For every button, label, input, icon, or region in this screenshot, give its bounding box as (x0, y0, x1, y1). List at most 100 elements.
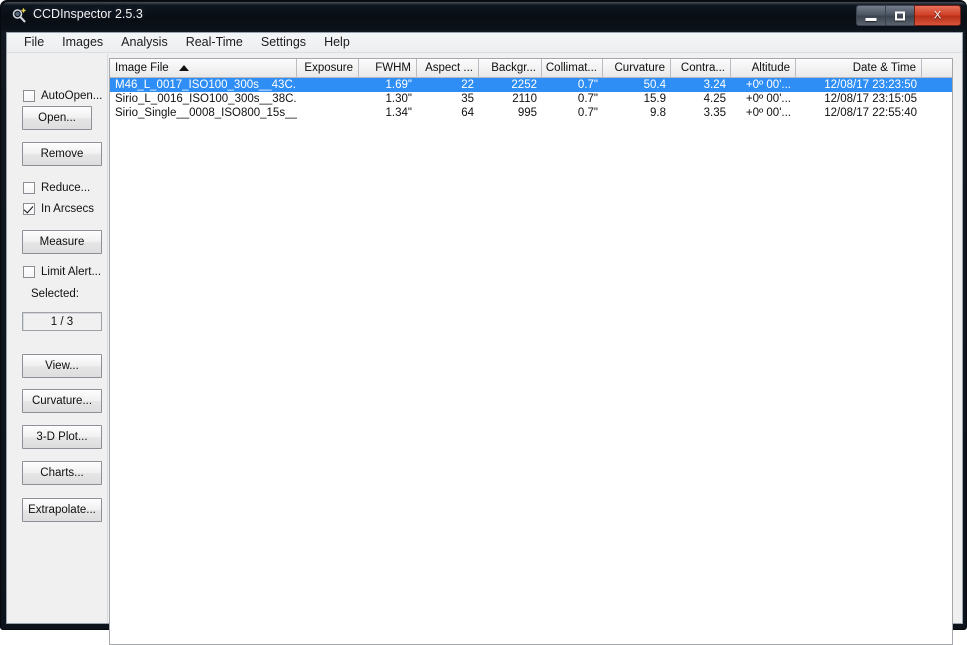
minimize-icon (865, 17, 877, 21)
column-header-label: FWHM (375, 62, 411, 74)
checkbox-label-in-arcsecs: In Arcsecs (41, 203, 95, 215)
table-cell: 1.34" (385, 107, 412, 119)
view-button[interactable]: View... (22, 354, 102, 378)
checkbox-reduce[interactable]: Reduce... (23, 182, 90, 194)
menu-item-help[interactable]: Help (315, 33, 359, 52)
checkbox-box-reduce[interactable] (23, 182, 35, 194)
table-cell (922, 106, 952, 120)
table-cell (922, 92, 952, 106)
column-header-label: Exposure (304, 62, 353, 74)
table-cell: 3.35 (703, 107, 726, 119)
table-cell: 9.8 (650, 107, 666, 119)
checkbox-box-in-arcsecs[interactable] (23, 203, 35, 215)
table-cell: 64 (461, 107, 474, 119)
table-column-header-image-file[interactable]: Image File (110, 59, 297, 77)
table-cell: 0.7" (577, 107, 598, 119)
table-cell: 35 (461, 93, 474, 105)
table-cell: 22 (461, 79, 474, 91)
checkbox-label-limit-alert: Limit Alert... (41, 266, 102, 278)
table-row[interactable]: M46_L_0017_ISO100_300s__43C.... 1.69" 22 22… (110, 78, 952, 92)
checkbox-box-limit-alert[interactable] (23, 266, 35, 278)
window-controls: X (856, 5, 961, 26)
table-cell: 0.7" (577, 79, 598, 91)
left-sidebar: AutoOpen... Open... Remove Reduce... In … (7, 54, 108, 623)
table-cell: 50.4 (643, 79, 666, 91)
table-header-row: Image File Exposure FWHM Aspect ... Backgr..… (110, 59, 952, 78)
table-cell: 4.25 (703, 93, 726, 105)
table-cell: 3.24 (703, 79, 726, 91)
table-cell (297, 78, 359, 92)
menu-item-real-time[interactable]: Real-Time (177, 33, 252, 52)
table-cell: 2252 (511, 79, 537, 91)
minimize-button[interactable] (856, 5, 885, 26)
table-cell: Sirio_L_0016_ISO100_300s__38C.... (115, 93, 297, 105)
table-body: M46_L_0017_ISO100_300s__43C.... 1.69" 22 22… (110, 78, 952, 120)
table-column-header-altitude[interactable]: Altitude (731, 59, 796, 77)
table-column-header-backgr[interactable]: Backgr... (479, 59, 542, 77)
table-column-header-contra[interactable]: Contra... (671, 59, 731, 77)
table-cell: 12/08/17 22:55:40 (824, 107, 917, 119)
image-list-table: Image File Exposure FWHM Aspect ... Backgr..… (109, 58, 953, 645)
table-row[interactable]: Sirio_L_0016_ISO100_300s__38C.... 1.30" 35… (110, 92, 952, 106)
table-column-header-date-time[interactable]: Date & Time (796, 59, 922, 77)
table-cell (297, 106, 359, 120)
selected-label: Selected: (31, 288, 79, 300)
column-header-label: Date & Time (852, 62, 916, 74)
sort-ascending-icon (178, 65, 189, 71)
extrapolate-button[interactable]: Extrapolate... (22, 498, 102, 522)
table-cell: M46_L_0017_ISO100_300s__43C.... (115, 79, 297, 91)
table-cell: 12/08/17 23:23:50 (824, 79, 917, 91)
checkbox-in-arcsecs[interactable]: In Arcsecs (23, 203, 94, 215)
column-header-label: Backgr... (491, 62, 536, 74)
checkbox-label-reduce: Reduce... (41, 182, 91, 194)
table-cell: +0º 00'... (745, 93, 791, 105)
checkbox-limit-alert[interactable]: Limit Alert... (23, 266, 101, 278)
table-cell: 12/08/17 23:15:05 (824, 93, 917, 105)
menu-item-analysis[interactable]: Analysis (112, 33, 177, 52)
selected-count-readout: 1 / 3 (22, 312, 102, 331)
table-column-header-aspect[interactable]: Aspect ... (417, 59, 479, 77)
magnifier-icon (11, 8, 27, 24)
window-title: CCDInspector 2.5.3 (33, 7, 143, 21)
column-header-label: Aspect ... (425, 62, 473, 74)
table-cell (297, 92, 359, 106)
table-column-header-curvature[interactable]: Curvature (603, 59, 671, 77)
table-column-header-collimat[interactable]: Collimat... (542, 59, 603, 77)
table-cell: Sirio_Single__0008_ISO800_15s__... (115, 107, 297, 119)
table-cell: 1.30" (385, 93, 412, 105)
maximize-button[interactable] (885, 5, 914, 26)
close-icon: X (933, 9, 942, 21)
3d-plot-button[interactable]: 3-D Plot... (22, 425, 102, 449)
menu-bar: File Images Analysis Real-Time Settings … (7, 33, 962, 53)
charts-button[interactable]: Charts... (22, 461, 102, 485)
checkbox-auto-open[interactable]: AutoOpen... (23, 90, 102, 102)
title-bar[interactable]: CCDInspector 2.5.3 X (2, 2, 967, 30)
table-column-header-exposure[interactable]: Exposure (297, 59, 359, 77)
measure-button[interactable]: Measure (22, 230, 102, 254)
checkbox-label-auto-open: AutoOpen... (41, 90, 103, 102)
menu-item-settings[interactable]: Settings (252, 33, 315, 52)
table-column-header-fwhm[interactable]: FWHM (359, 59, 417, 77)
checkbox-box-auto-open[interactable] (23, 90, 35, 102)
table-cell: 2110 (512, 93, 537, 105)
open-button[interactable]: Open... (22, 106, 92, 130)
application-window: CCDInspector 2.5.3 X File Images Analysi… (0, 0, 967, 645)
client-area: File Images Analysis Real-Time Settings … (6, 32, 963, 645)
table-cell: +0º 00'... (745, 79, 791, 91)
maximize-icon (895, 11, 905, 20)
table-cell: 0.7" (577, 93, 598, 105)
table-row[interactable]: Sirio_Single__0008_ISO800_15s__... 1.34" 6… (110, 106, 952, 120)
menu-item-images[interactable]: Images (53, 33, 112, 52)
curvature-button[interactable]: Curvature... (22, 389, 102, 413)
table-cell: 1.69" (385, 79, 412, 91)
column-header-label: Image File (115, 62, 169, 74)
table-cell: 15.9 (643, 93, 666, 105)
remove-button[interactable]: Remove (22, 142, 102, 166)
table-column-header-blank[interactable] (922, 59, 952, 77)
table-cell: +0º 00'... (745, 107, 791, 119)
menu-item-file[interactable]: File (15, 33, 53, 52)
column-header-label: Altitude (751, 62, 790, 74)
column-header-label: Curvature (614, 62, 666, 74)
column-header-label: Contra... (680, 62, 725, 74)
close-button[interactable]: X (914, 5, 961, 26)
